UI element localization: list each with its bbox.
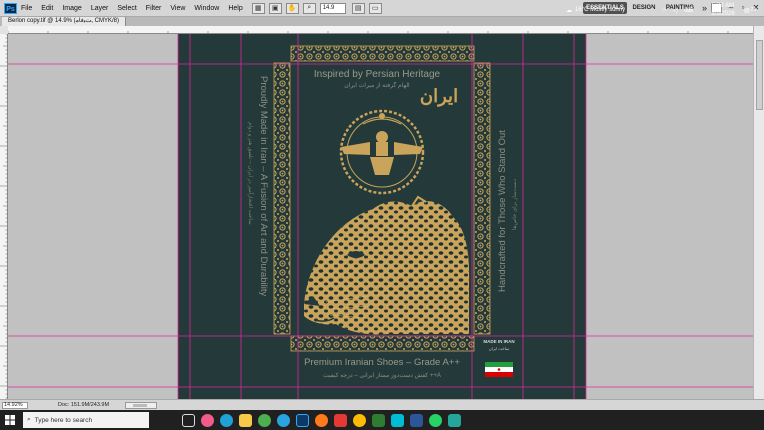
document-info: Doc: 151.9M/243.9M (58, 402, 110, 408)
menu-window[interactable]: Window (194, 5, 219, 12)
top-persian: الهام گرفته از میراث ایران (344, 81, 410, 89)
horizontal-scrollbar[interactable] (125, 402, 157, 409)
photoshop-taskbar-icon[interactable] (296, 413, 309, 427)
volume-icon[interactable]: ◁ (673, 7, 678, 14)
notification-center[interactable]: ▤ 25 (744, 0, 756, 20)
document-canvas[interactable]: Inspired by Persian Heritage الهام گرفته… (8, 34, 753, 399)
search-icon: ⌕ (27, 416, 31, 423)
badge-text: MADE IN IRAN (483, 339, 514, 344)
firefox-icon[interactable] (315, 413, 328, 427)
clock-date: 5/9/2026 (711, 11, 735, 17)
task-view-icon[interactable] (182, 413, 195, 427)
clock-time: 5:38 AM (711, 3, 734, 9)
vpn-icon[interactable] (391, 413, 404, 427)
menu-filter[interactable]: Filter (146, 5, 162, 12)
app-icon-red[interactable] (334, 413, 347, 427)
telegram-icon[interactable] (277, 413, 290, 427)
language-icon[interactable]: ⌨ (684, 7, 693, 14)
status-bar: 14.92% Doc: 151.9M/243.9M (0, 399, 764, 410)
left-ornament-column (273, 62, 291, 335)
word-icon[interactable] (410, 413, 423, 427)
menu-image[interactable]: Image (62, 5, 81, 12)
right-vertical-persian: دست‌ساز برای خاص‌ها (511, 178, 518, 230)
bridge-icon[interactable]: ▦ (251, 2, 265, 14)
left-vertical-text: Proudly Made in Iran – A Fusion of Art a… (258, 76, 269, 296)
taskbar-search-placeholder: Type here to search (34, 416, 93, 424)
bottom-heading: Premium Iranian Shoes – Grade A++ (304, 357, 460, 368)
network-icon[interactable]: ⌂ (662, 7, 666, 13)
zoom-tool-icon[interactable]: ⌕ (302, 2, 316, 14)
document-tab[interactable]: Berlon copy.tif @ 14.9% (ﺖﻴﻓﺎﻣ, CMYK/8) (2, 17, 126, 26)
file-explorer-icon[interactable] (239, 413, 252, 427)
menu-file[interactable]: File (21, 5, 32, 12)
zoom-field[interactable]: 14.92% (2, 402, 28, 409)
weather-icon: ☁ (566, 7, 572, 14)
ruler-origin[interactable] (0, 26, 8, 34)
edge-icon[interactable] (220, 413, 233, 427)
hand-tool-icon[interactable]: ✋ (285, 2, 299, 14)
app-icon-teal[interactable] (448, 413, 461, 427)
screen-mode-icon[interactable]: ▭ (368, 2, 382, 14)
taskbar-clock[interactable]: 5:38 AM 5/9/2026 (705, 2, 741, 18)
zoom-level-select[interactable]: 14.9 (319, 2, 346, 14)
title-persian: ایران (420, 86, 458, 107)
horizontal-scroll-thumb[interactable] (133, 404, 147, 407)
vertical-scroll-thumb[interactable] (756, 40, 763, 110)
windows-start-icon[interactable] (0, 410, 20, 430)
taskbar: ⌕ Type here to search (0, 410, 764, 430)
chrome-icon[interactable] (258, 413, 271, 427)
menu-view[interactable]: View (170, 5, 185, 12)
menu-help[interactable]: Help (228, 5, 242, 12)
iran-flag-icon (485, 362, 513, 377)
badge-persian: ساخت ایران (489, 346, 510, 351)
taskbar-search-input[interactable]: ⌕ Type here to search (23, 412, 149, 428)
chrome-profile-icon[interactable] (353, 413, 366, 427)
minibridge-icon[interactable]: ▣ (268, 2, 282, 14)
artwork: Inspired by Persian Heritage الهام گرفته… (8, 34, 753, 399)
bottom-persian: کفش دست‌دوز ممتاز ایرانی – درجه کیفیت ++… (323, 372, 441, 379)
app-icon-green[interactable] (372, 413, 385, 427)
system-tray: ⌃ ⌂ ◁ ⌨ (650, 0, 693, 20)
vertical-scrollbar[interactable] (753, 26, 764, 399)
ruler-ticks-v (0, 25, 8, 399)
right-vertical-text: Handcrafted for Those Who Stand Out (497, 130, 508, 292)
tray-overflow-icon[interactable]: ⌃ (650, 7, 655, 14)
vertical-ruler[interactable] (0, 25, 8, 399)
menu-edit[interactable]: Edit (41, 5, 53, 12)
menu-layer[interactable]: Layer (91, 5, 109, 12)
left-vertical-persian: ساخت افتخارآمیز در ایران – تلفیق هنر و د… (247, 122, 255, 225)
weather-widget[interactable]: ☁ 16°C Mostly sunny (566, 0, 625, 20)
bottom-ornament-band (290, 335, 475, 352)
notification-count: 25 (750, 7, 757, 13)
photoshop-logo: Ps (4, 2, 17, 14)
notification-icon: ▤ (744, 7, 750, 14)
top-ornament-band (290, 45, 475, 62)
weather-text: 16°C Mostly sunny (575, 7, 626, 13)
arrange-documents-icon[interactable]: ▤ (351, 2, 365, 14)
right-ornament-column (473, 62, 491, 335)
whatsapp-icon[interactable] (429, 413, 442, 427)
menu-select[interactable]: Select (117, 5, 136, 12)
widgets-icon[interactable] (201, 413, 214, 427)
top-heading: Inspired by Persian Heritage (314, 69, 441, 80)
horizontal-ruler[interactable] (7, 26, 753, 39)
